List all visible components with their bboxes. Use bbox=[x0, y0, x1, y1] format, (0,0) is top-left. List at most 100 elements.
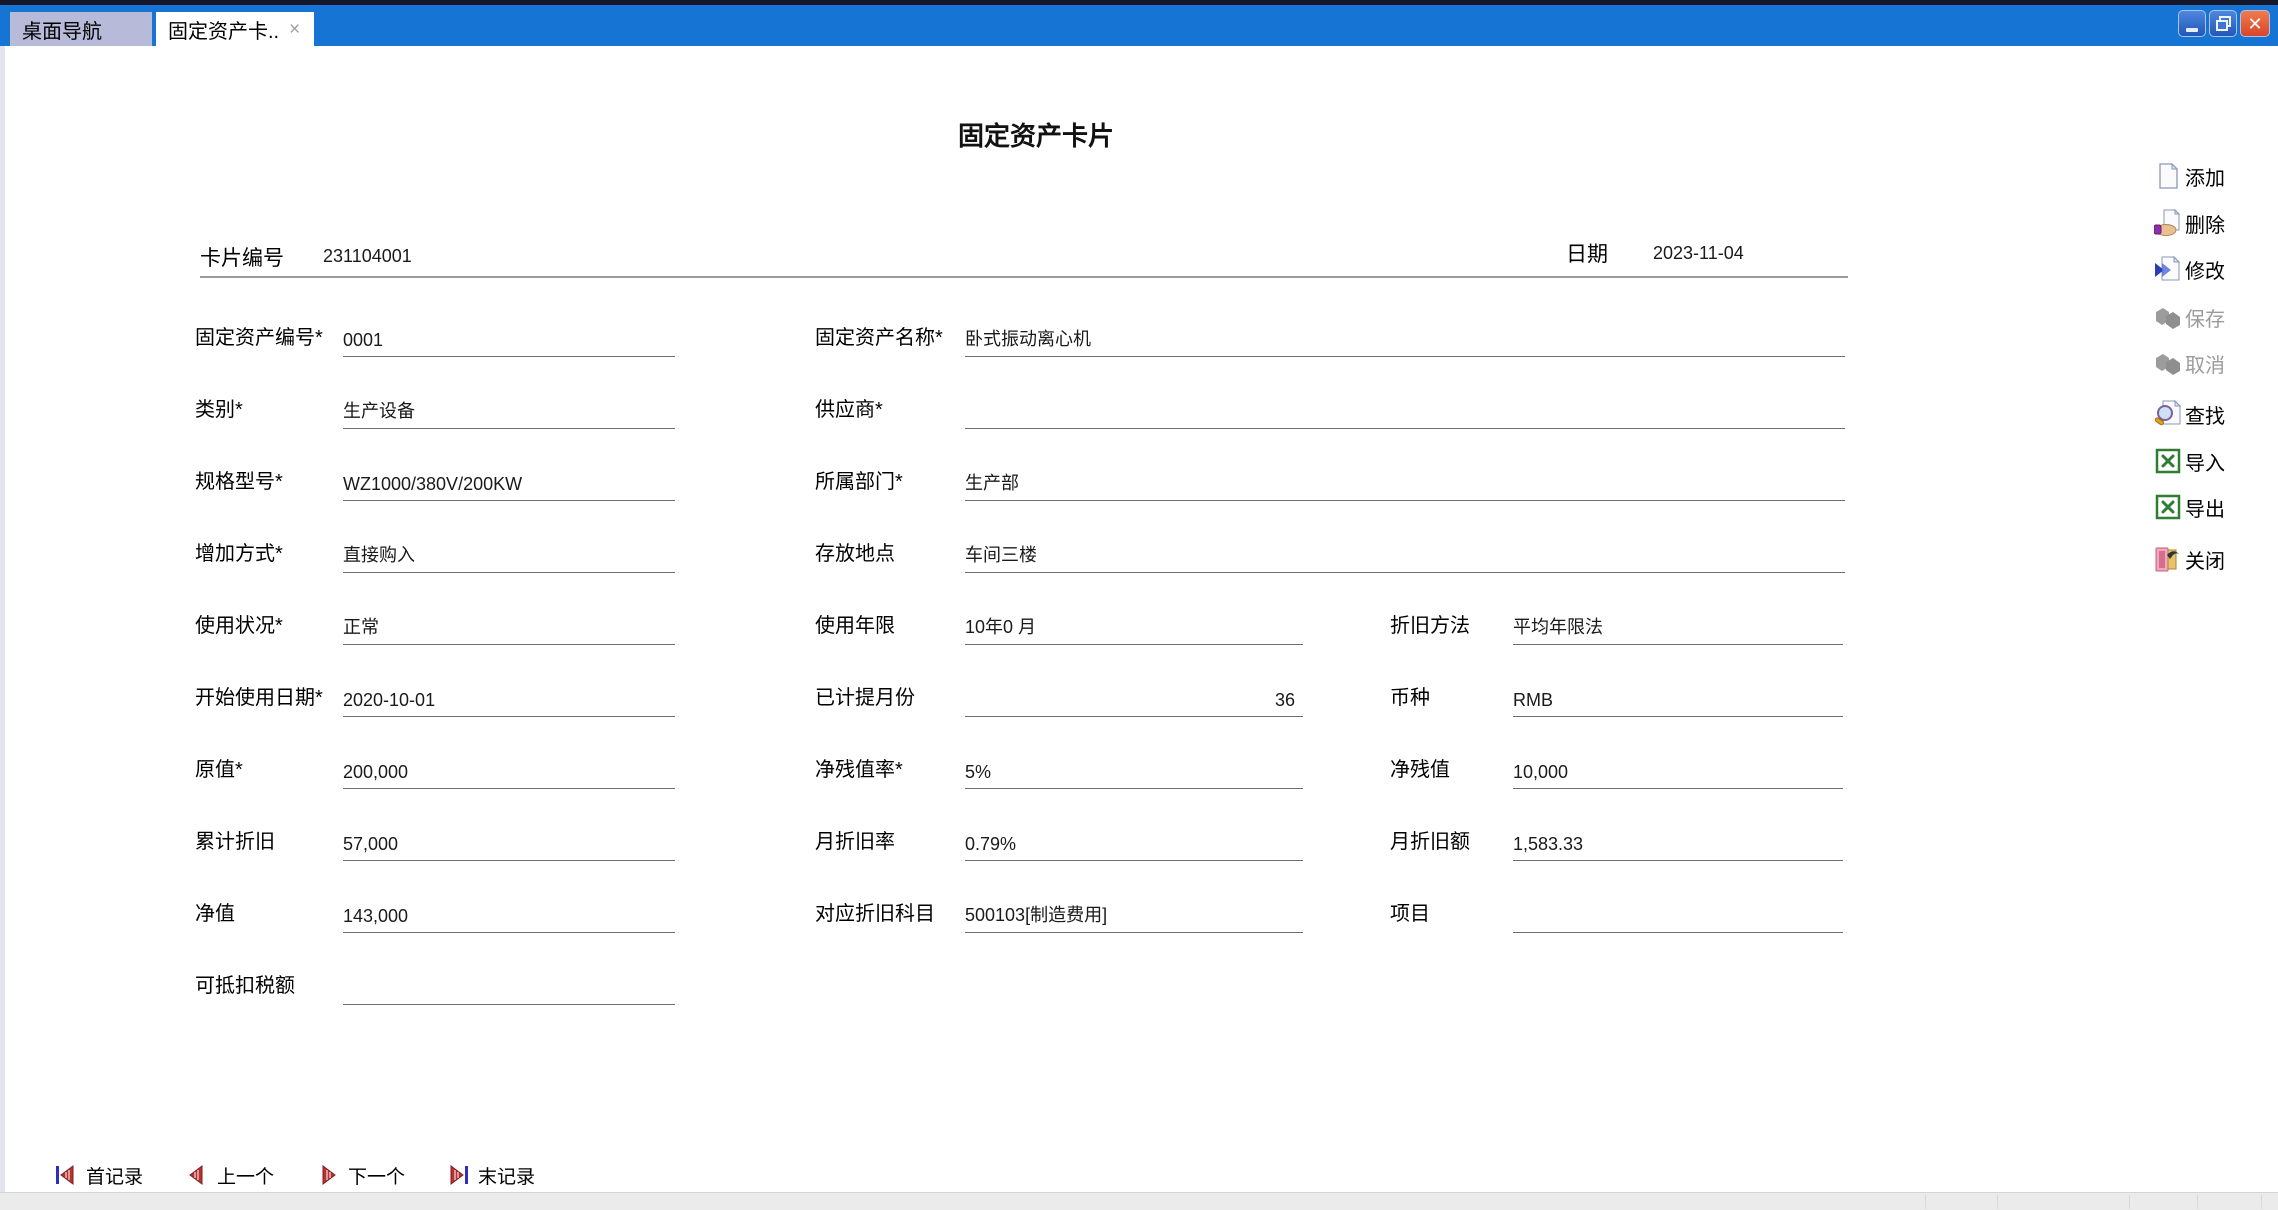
deductible-tax-field[interactable] bbox=[343, 961, 675, 1005]
import-button[interactable]: 导入 bbox=[2154, 444, 2274, 478]
restore-button[interactable] bbox=[2209, 10, 2237, 37]
net-value-group: 净值 143,000 bbox=[195, 889, 675, 933]
usage-status-field[interactable]: 正常 bbox=[343, 601, 675, 645]
residual-value-field[interactable]: 10,000 bbox=[1513, 745, 1843, 789]
cancel-icon bbox=[2154, 349, 2182, 377]
import-button-label: 导入 bbox=[2185, 447, 2225, 476]
accrued-months-label: 已计提月份 bbox=[815, 681, 915, 710]
next-record-icon bbox=[317, 1164, 339, 1186]
modify-button[interactable]: 修改 bbox=[2154, 252, 2274, 286]
deductible-tax-group: 可抵扣税额 bbox=[195, 961, 675, 1005]
edit-document-icon bbox=[2154, 255, 2182, 283]
net-value-label: 净值 bbox=[195, 897, 235, 926]
asset-name-field[interactable]: 卧式振动离心机 bbox=[965, 313, 1845, 357]
currency-field[interactable]: RMB bbox=[1513, 673, 1843, 717]
depreciation-account-field[interactable]: 500103[制造费用] bbox=[965, 889, 1303, 933]
app-window: 桌面导航 固定资产卡.. × ✕ 固定资产卡片 卡片编号 231104001 日… bbox=[0, 0, 2278, 1210]
add-method-group: 增加方式* 直接购入 bbox=[195, 529, 675, 573]
depreciation-method-field[interactable]: 平均年限法 bbox=[1513, 601, 1843, 645]
close-form-button[interactable]: 关闭 bbox=[2154, 542, 2274, 576]
department-group: 所属部门* 生产部 bbox=[815, 457, 1845, 501]
department-field[interactable]: 生产部 bbox=[965, 457, 1845, 501]
monthly-depreciation-amount-group: 月折旧额 1,583.33 bbox=[1390, 817, 1843, 861]
minimize-button[interactable] bbox=[2178, 10, 2206, 37]
asset-code-field[interactable]: 0001 bbox=[343, 313, 675, 357]
depreciation-method-group: 折旧方法 平均年限法 bbox=[1390, 601, 1843, 645]
first-record-icon bbox=[55, 1164, 77, 1186]
start-use-date-field[interactable]: 2020-10-01 bbox=[343, 673, 675, 717]
close-icon: ✕ bbox=[2247, 15, 2262, 33]
original-value-field[interactable]: 200,000 bbox=[343, 745, 675, 789]
delete-document-icon bbox=[2154, 209, 2182, 237]
cancel-button: 取消 bbox=[2154, 346, 2274, 380]
find-button[interactable]: 查找 bbox=[2154, 397, 2274, 431]
status-bar-separator bbox=[2197, 1195, 2198, 1209]
close-exit-icon bbox=[2154, 545, 2182, 573]
asset-code-group: 固定资产编号* 0001 bbox=[195, 313, 675, 357]
tab-close-icon[interactable]: × bbox=[289, 20, 300, 39]
depreciation-account-group: 对应折旧科目 500103[制造费用] bbox=[815, 889, 1303, 933]
storage-location-field[interactable]: 车间三楼 bbox=[965, 529, 1845, 573]
accrued-months-group: 已计提月份 36 bbox=[815, 673, 1303, 717]
last-record-button[interactable]: 末记录 bbox=[447, 1160, 535, 1190]
first-record-button[interactable]: 首记录 bbox=[55, 1160, 143, 1190]
status-bar-separator bbox=[1925, 1195, 1926, 1209]
status-bar-separator bbox=[2261, 1195, 2262, 1209]
residual-rate-field[interactable]: 5% bbox=[965, 745, 1303, 789]
add-method-field[interactable]: 直接购入 bbox=[343, 529, 675, 573]
next-record-button[interactable]: 下一个 bbox=[317, 1160, 405, 1190]
status-bar-separator bbox=[2129, 1195, 2130, 1209]
monthly-depreciation-amount-label: 月折旧额 bbox=[1390, 825, 1470, 854]
monthly-depreciation-amount-field[interactable]: 1,583.33 bbox=[1513, 817, 1843, 861]
useful-life-group: 使用年限 10年0 月 bbox=[815, 601, 1303, 645]
save-icon bbox=[2154, 303, 2182, 331]
close-button[interactable]: ✕ bbox=[2240, 10, 2270, 37]
accumulated-depreciation-field[interactable]: 57,000 bbox=[343, 817, 675, 861]
add-button[interactable]: 添加 bbox=[2154, 159, 2274, 193]
storage-location-label: 存放地点 bbox=[815, 537, 895, 566]
spec-model-field[interactable]: WZ1000/380V/200KW bbox=[343, 457, 675, 501]
card-number-value[interactable]: 231104001 bbox=[323, 246, 412, 267]
previous-record-label: 上一个 bbox=[217, 1162, 274, 1189]
tab-label: 固定资产卡.. bbox=[168, 15, 279, 44]
accrued-months-field[interactable]: 36 bbox=[965, 673, 1303, 717]
residual-value-label: 净残值 bbox=[1390, 753, 1450, 782]
department-label: 所属部门* bbox=[815, 465, 903, 494]
useful-life-field[interactable]: 10年0 月 bbox=[965, 601, 1303, 645]
asset-name-label: 固定资产名称* bbox=[815, 321, 943, 350]
tab-desktop-navigation[interactable]: 桌面导航 bbox=[10, 12, 152, 46]
add-method-label: 增加方式* bbox=[195, 537, 283, 566]
currency-group: 币种 RMB bbox=[1390, 673, 1843, 717]
category-label: 类别* bbox=[195, 393, 243, 422]
usage-status-group: 使用状况* 正常 bbox=[195, 601, 675, 645]
storage-location-group: 存放地点 车间三楼 bbox=[815, 529, 1845, 573]
excel-import-icon bbox=[2154, 447, 2182, 475]
delete-button[interactable]: 删除 bbox=[2154, 206, 2274, 240]
excel-export-icon bbox=[2154, 493, 2182, 521]
delete-button-label: 删除 bbox=[2185, 209, 2225, 238]
status-bar bbox=[0, 1192, 2278, 1210]
start-use-date-label: 开始使用日期* bbox=[195, 681, 323, 710]
card-number-label: 卡片编号 bbox=[200, 242, 284, 272]
project-field[interactable] bbox=[1513, 889, 1843, 933]
project-label: 项目 bbox=[1390, 897, 1430, 926]
date-value[interactable]: 2023-11-04 bbox=[1653, 243, 1744, 264]
close-form-button-label: 关闭 bbox=[2185, 545, 2225, 574]
category-field[interactable]: 生产设备 bbox=[343, 385, 675, 429]
tab-fixed-asset-card[interactable]: 固定资产卡.. × bbox=[156, 12, 314, 46]
monthly-depreciation-rate-field[interactable]: 0.79% bbox=[965, 817, 1303, 861]
status-bar-separator bbox=[1997, 1195, 1998, 1209]
date-label: 日期 bbox=[1566, 238, 1608, 268]
first-record-label: 首记录 bbox=[86, 1162, 143, 1189]
find-button-label: 查找 bbox=[2185, 400, 2225, 429]
export-button[interactable]: 导出 bbox=[2154, 490, 2274, 524]
asset-code-label: 固定资产编号* bbox=[195, 321, 323, 350]
previous-record-icon bbox=[186, 1164, 208, 1186]
depreciation-account-label: 对应折旧科目 bbox=[815, 897, 935, 926]
last-record-label: 末记录 bbox=[478, 1162, 535, 1189]
save-button: 保存 bbox=[2154, 300, 2274, 334]
start-use-date-group: 开始使用日期* 2020-10-01 bbox=[195, 673, 675, 717]
supplier-field[interactable] bbox=[965, 385, 1845, 429]
previous-record-button[interactable]: 上一个 bbox=[186, 1160, 274, 1190]
net-value-field[interactable]: 143,000 bbox=[343, 889, 675, 933]
